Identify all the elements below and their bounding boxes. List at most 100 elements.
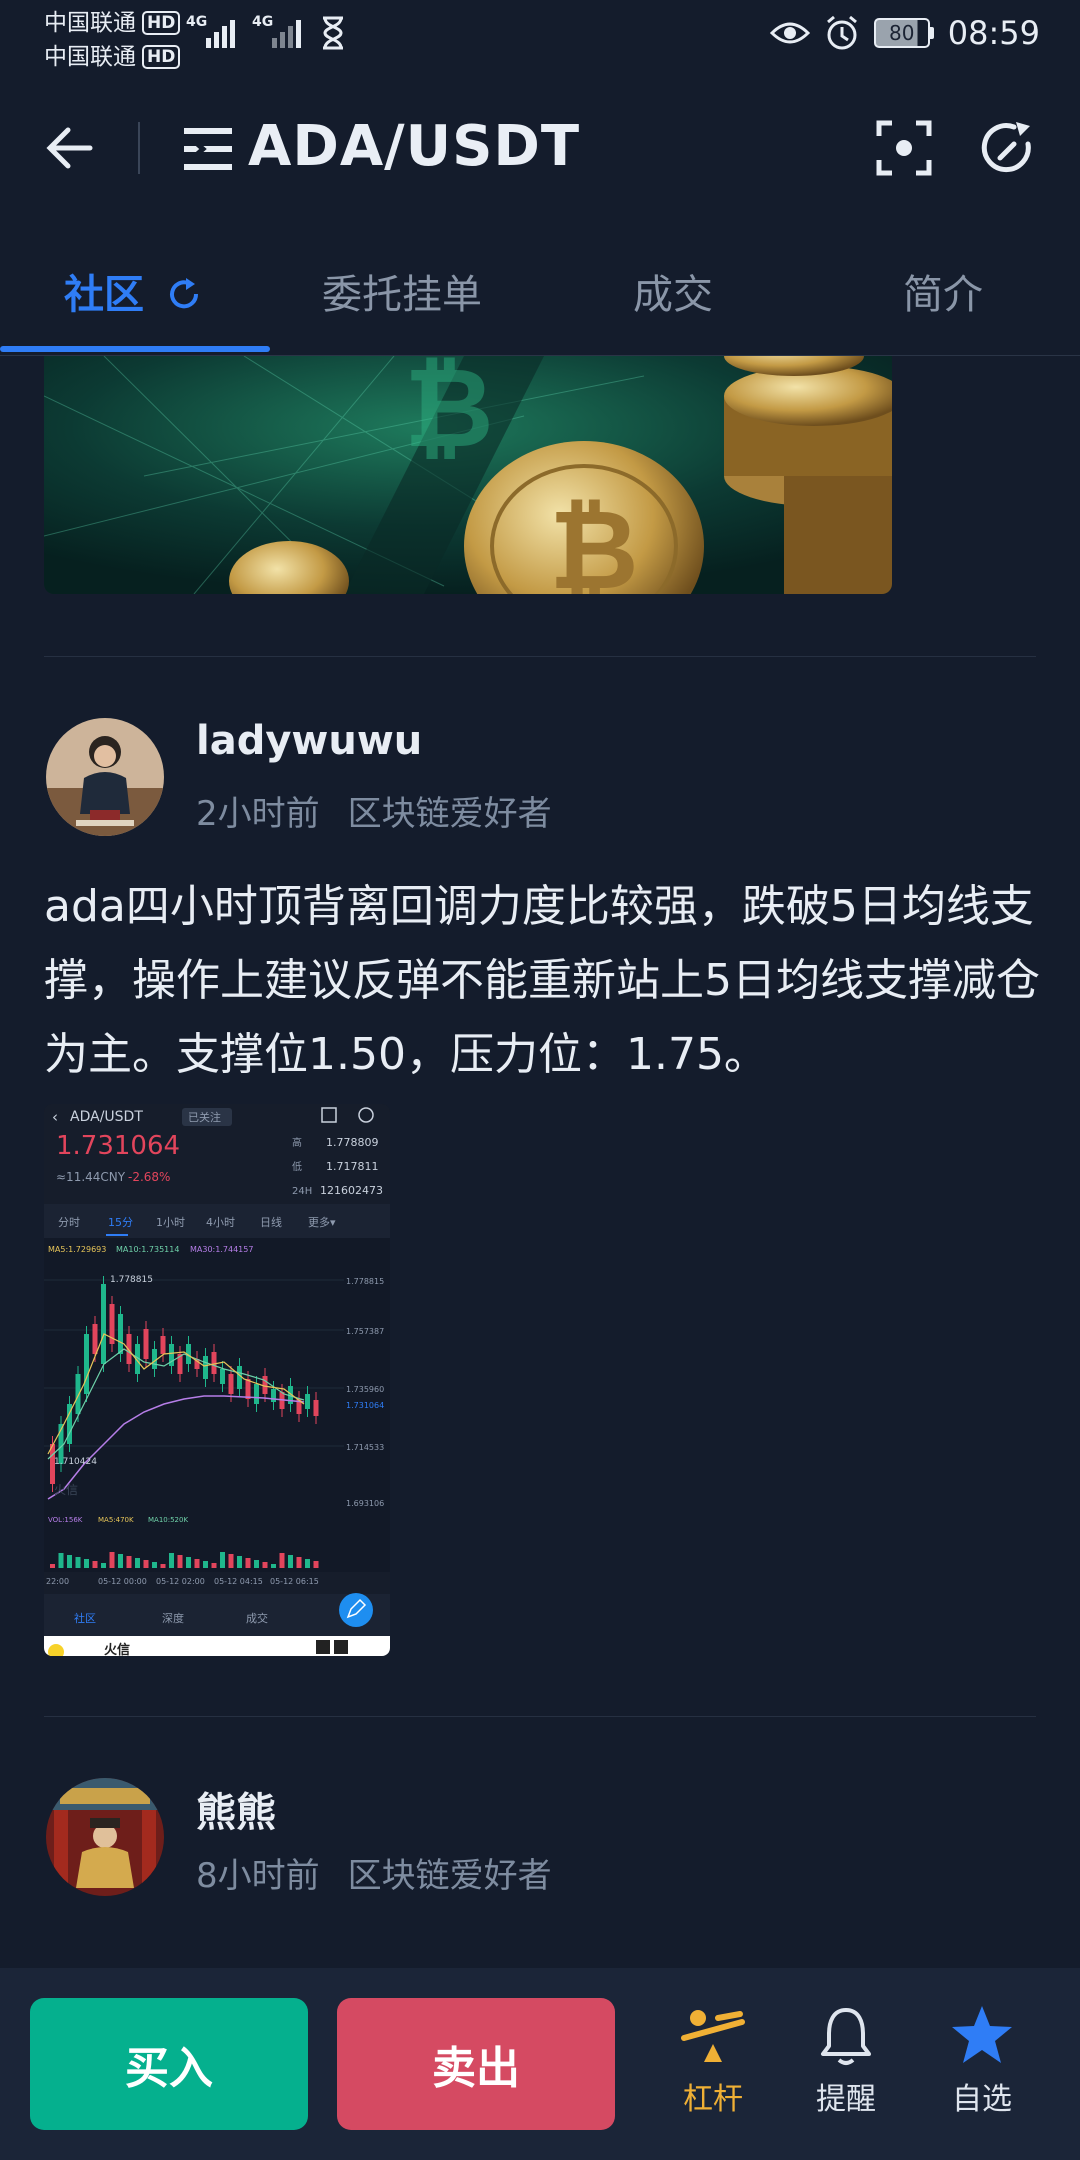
volume-bar [296, 1557, 302, 1568]
svg-text:1.735960: 1.735960 [346, 1385, 384, 1394]
hourglass-icon [323, 16, 343, 50]
user-tag: 区块链爱好者 [347, 1856, 552, 1896]
svg-text:1.731064: 1.731064 [346, 1401, 384, 1410]
avatar[interactable] [46, 1778, 164, 1896]
carrier-info: 中国联通 HD 中国联通 HD [44, 6, 181, 74]
svg-text:低: 低 [292, 1160, 302, 1173]
volume-bar [160, 1564, 166, 1568]
svg-text:‹: ‹ [52, 1108, 58, 1126]
separator [44, 656, 1036, 657]
alarm-icon [826, 15, 857, 50]
menu-icon[interactable] [182, 126, 234, 172]
post-time: 2小时前 [196, 794, 320, 834]
svg-text:121602473: 121602473 [320, 1184, 383, 1197]
separator [44, 1716, 1036, 1717]
post-image-chart-screenshot[interactable]: ‹ ADA/USDT 已关注 1.731064 ≈11.44CNY -2.68%… [44, 1104, 390, 1656]
signal-icon: 4G [186, 14, 242, 48]
shot-cny: ≈11.44CNY [56, 1170, 126, 1184]
candle-body [237, 1366, 242, 1389]
svg-text:22:00: 22:00 [46, 1577, 69, 1586]
hd-badge: HD [142, 11, 181, 35]
candle-body [152, 1349, 157, 1369]
svg-text:1.693106: 1.693106 [346, 1499, 384, 1508]
volume-bar [211, 1563, 217, 1568]
candle-body [305, 1394, 310, 1409]
candle-body [220, 1369, 225, 1384]
back-arrow-icon[interactable] [40, 118, 100, 178]
svg-text:1.778809: 1.778809 [326, 1136, 379, 1149]
user-tag: 区块链爱好者 [347, 794, 552, 834]
volume-bar [126, 1556, 132, 1568]
volume-bar [313, 1561, 319, 1568]
volume-bar [152, 1562, 157, 1568]
svg-text:分时: 分时 [58, 1216, 80, 1229]
candle-body [92, 1324, 98, 1354]
svg-text:05-12 02:00: 05-12 02:00 [156, 1577, 205, 1586]
volume-bar [58, 1553, 64, 1568]
carrier-2: 中国联通 [44, 44, 136, 70]
tab-intro[interactable]: 简介 [903, 262, 983, 320]
svg-text:1.778815: 1.778815 [346, 1277, 384, 1286]
avatar[interactable] [46, 718, 164, 836]
buy-button[interactable]: 买入 [30, 1998, 308, 2130]
username[interactable]: ladywuwu [196, 718, 422, 764]
svg-text:更多▾: 更多▾ [308, 1215, 336, 1229]
volume-bar [109, 1552, 115, 1568]
shot-change: -2.68% [128, 1170, 170, 1184]
volume-bar [118, 1554, 123, 1568]
volume-bar [288, 1555, 293, 1568]
leverage-icon [681, 2010, 745, 2062]
svg-text:4小时: 4小时 [206, 1216, 235, 1229]
eye-icon [769, 22, 810, 44]
candle-body [75, 1374, 81, 1414]
volume-bar [254, 1560, 259, 1568]
volume-bar [135, 1558, 140, 1568]
volume-bar [75, 1557, 81, 1568]
bell-icon [821, 2008, 871, 2065]
tab-indicator [0, 346, 270, 352]
svg-text:火信: 火信 [104, 1642, 130, 1656]
svg-text:MA10:520K: MA10:520K [148, 1516, 188, 1524]
share-refresh-icon[interactable] [978, 118, 1038, 178]
candle-body [262, 1376, 268, 1394]
svg-text:MA10:1.735114: MA10:1.735114 [116, 1245, 179, 1254]
tab-orders[interactable]: 委托挂单 [322, 262, 482, 320]
favorite-button[interactable]: 自选 [927, 2004, 1037, 2118]
svg-text:1.710424: 1.710424 [54, 1457, 97, 1467]
post-image-bitcoin[interactable]: ₿ ₿ [44, 356, 892, 594]
svg-text:05-12 04:15: 05-12 04:15 [214, 1577, 263, 1586]
candle-body [211, 1352, 217, 1374]
svg-text:VOL:156K: VOL:156K [48, 1516, 83, 1524]
leverage-button[interactable]: 杠杆 [658, 2004, 768, 2118]
svg-text:1.717811: 1.717811 [326, 1160, 379, 1173]
volume-bar [228, 1554, 234, 1568]
tab-community[interactable]: 社区 [64, 262, 202, 320]
tab-trades[interactable]: 成交 [633, 262, 713, 320]
candle-body [245, 1379, 251, 1399]
candle-body [313, 1400, 319, 1416]
svg-text:MA5:470K: MA5:470K [98, 1516, 134, 1524]
svg-text:1小时: 1小时 [156, 1216, 185, 1229]
favorite-label: 自选 [952, 2082, 1012, 2117]
pair-title[interactable]: ADA/USDT [248, 114, 580, 179]
volume-bar [101, 1563, 106, 1568]
svg-text:1.757387: 1.757387 [346, 1327, 384, 1336]
username[interactable]: 熊熊 [196, 1780, 276, 1838]
svg-text:MA5:1.729693: MA5:1.729693 [48, 1245, 106, 1254]
svg-text:15分: 15分 [108, 1216, 133, 1229]
svg-text:深度: 深度 [162, 1611, 184, 1625]
alert-button[interactable]: 提醒 [791, 2004, 901, 2118]
leverage-label: 杠杆 [683, 2082, 743, 2117]
candle-body [160, 1336, 166, 1354]
candle-body [228, 1374, 234, 1394]
refresh-icon[interactable] [166, 276, 202, 312]
clock: 08:59 [947, 14, 1040, 52]
screenshot-icon[interactable] [876, 120, 932, 176]
star-icon [952, 2006, 1012, 2063]
signal-icon: 4G [252, 14, 308, 48]
battery-icon: 80 [873, 18, 934, 48]
sell-button[interactable]: 卖出 [337, 1998, 615, 2130]
volume-bar [203, 1561, 208, 1568]
post-text: ada四小时顶背离回调力度比较强，跌破5日均线支撑，操作上建议反弹不能重新站上5… [44, 881, 1040, 1080]
hd-badge: HD [142, 45, 181, 69]
